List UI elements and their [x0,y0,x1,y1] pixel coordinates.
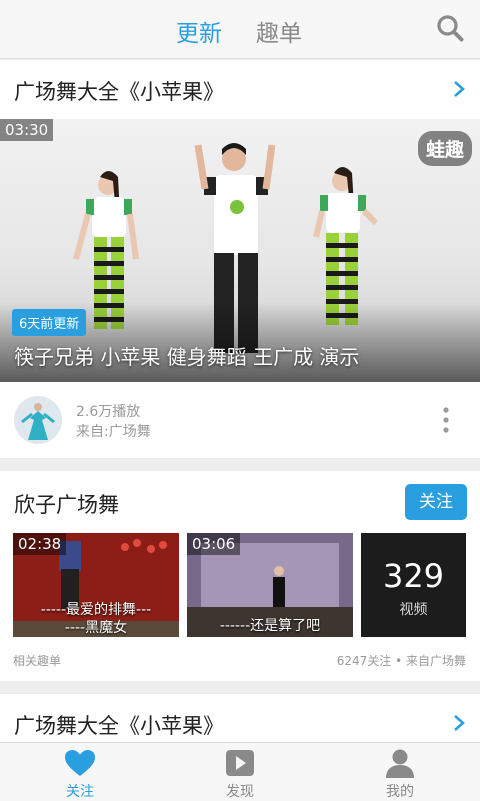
feed-card-3: 广场舞大全《小苹果》 [0,694,480,742]
play-count: 2.6万播放 [76,404,141,420]
chevron-right-icon[interactable] [452,714,466,732]
tab-updates[interactable]: 更新 [176,14,222,48]
video-duration: 03:30 [0,119,54,141]
video-caption: ----黑魔女 [64,620,128,636]
nav-label: 发现 [226,784,254,800]
channel-title[interactable]: 欣子广场舞 [14,489,119,519]
follow-button[interactable]: 关注 [405,484,467,520]
section-title[interactable]: 广场舞大全《小苹果》 [14,76,224,106]
user-icon [386,749,414,778]
dancer-avatar-icon [14,396,62,444]
video-source: 来自:广场舞 [76,424,151,440]
channel-video-1[interactable]: 02:38 -----最爱的排舞--- ----黑魔女 [13,533,179,637]
video-duration: 03:06 [187,533,241,555]
search-icon[interactable] [436,14,464,42]
video-title[interactable]: 筷子兄弟 小苹果 健身舞蹈 王广成 演示 [14,341,359,370]
more-options-icon[interactable] [443,407,449,433]
video-thumbnail[interactable]: 03:30 蛙趣 6天前更新 筷子兄弟 小苹果 健身舞蹈 王广成 演示 [0,119,480,382]
channel-video-count[interactable]: 329 视频 [361,533,466,637]
play-icon [226,750,254,776]
video-caption: -----最爱的排舞--- [40,602,152,618]
related-playlists-link[interactable]: 相关趣单 [13,652,61,669]
brand-watermark: 蛙趣 [417,131,472,166]
update-badge: 6天前更新 [12,309,87,336]
avatar[interactable] [14,396,62,444]
nav-label: 我的 [386,784,414,800]
nav-discover[interactable]: 发现 [160,743,320,801]
nav-follow[interactable]: 关注 [0,743,160,801]
bottom-nav: 关注 发现 我的 [0,742,480,801]
video-count-label: 视频 [399,602,428,618]
video-caption: ------还是算了吧 [219,618,321,634]
follow-count: 6247关注 • 来自广场舞 [336,654,466,668]
section-title[interactable]: 广场舞大全《小苹果》 [14,710,224,740]
channel-video-2[interactable]: 03:06 ------还是算了吧 [187,533,353,637]
video-duration: 02:38 [13,533,67,555]
nav-label: 关注 [66,784,94,800]
nav-profile[interactable]: 我的 [320,743,480,801]
top-bar: 更新 趣单 [0,0,480,59]
chevron-right-icon[interactable] [452,80,466,98]
video-count: 329 [382,557,445,595]
tab-playlists[interactable]: 趣单 [256,14,302,48]
heart-icon [65,750,95,776]
